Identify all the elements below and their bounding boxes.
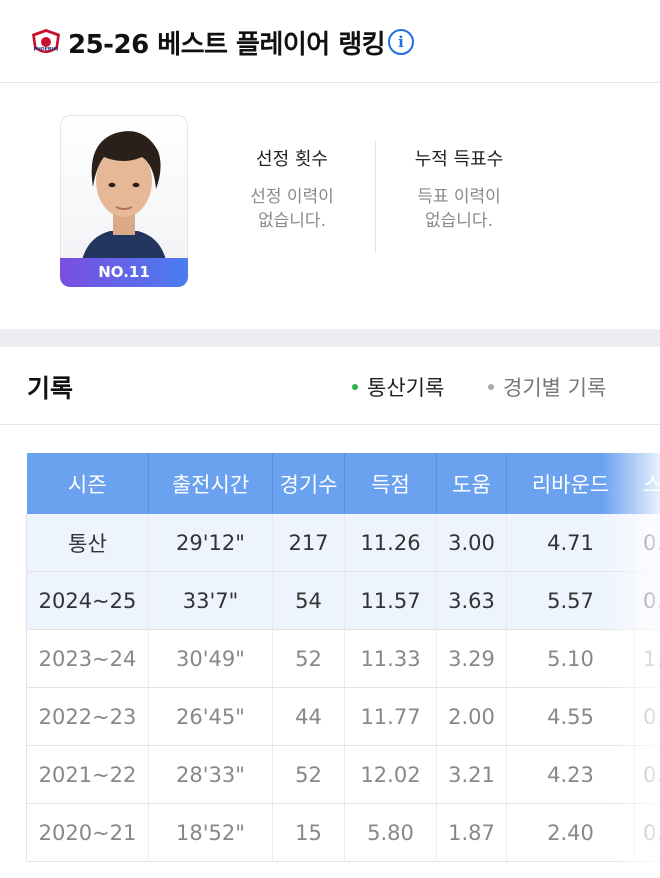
table-row: 2021~22 28'33" 52 12.02 3.21 4.23 0.8: [26, 745, 660, 804]
table-cell: 11.77: [344, 687, 437, 746]
stat-value-line: 없습니다.: [425, 211, 493, 231]
table-cell: 217: [272, 514, 345, 572]
table-cell: 5.57: [506, 571, 635, 630]
table-cell: 3.21: [436, 745, 507, 804]
table-cell: 3.63: [436, 571, 507, 630]
table-cell: 18'52": [148, 803, 273, 862]
records-header: 기록 통산기록 경기별 기록: [0, 347, 660, 425]
tab-career-stats[interactable]: 통산기록: [352, 372, 444, 402]
table-cell: 2.00: [436, 687, 507, 746]
table-cell: 11.26: [344, 514, 437, 572]
records-table: 시즌 출전시간 경기수 득점 도움 리바운드 스틸 통산 29'12" 217 …: [26, 453, 660, 862]
table-cell: 15: [272, 803, 345, 862]
column-header[interactable]: 경기수: [272, 453, 345, 514]
selection-count-stat: 선정 횟수 선정 이력이 없습니다.: [212, 145, 372, 233]
table-cell: 54: [272, 571, 345, 630]
table-cell: 26'45": [148, 687, 273, 746]
team-logo-icon: PHOEBUS: [32, 29, 60, 53]
page-title: 25-26 베스트 플레이어 랭킹: [68, 30, 386, 60]
table-row: 2024~25 33'7" 54 11.57 3.63 5.57 0.7: [26, 571, 660, 630]
table-cell: 2023~24: [26, 629, 149, 688]
table-cell: 44: [272, 687, 345, 746]
stat-value-line: 선정 이력이: [250, 187, 334, 207]
table-cell: 3.29: [436, 629, 507, 688]
table-header-row: 시즌 출전시간 경기수 득점 도움 리바운드 스틸: [26, 453, 660, 514]
table-cell: 2021~22: [26, 745, 149, 804]
table-cell: 0.5: [634, 803, 660, 862]
tab-game-stats[interactable]: 경기별 기록: [488, 372, 606, 402]
table-cell: 0.8: [634, 514, 660, 572]
table-cell: 4.23: [506, 745, 635, 804]
column-header[interactable]: 도움: [436, 453, 507, 514]
table-cell: 0.8: [634, 745, 660, 804]
table-cell: 3.00: [436, 514, 507, 572]
table-cell: 52: [272, 629, 345, 688]
table-cell: 28'33": [148, 745, 273, 804]
vote-count-stat: 누적 득표수 득표 이력이 없습니다.: [379, 145, 539, 233]
table-cell: 4.55: [506, 687, 635, 746]
table-cell: 12.02: [344, 745, 437, 804]
column-header[interactable]: 득점: [344, 453, 437, 514]
player-number-badge: NO.11: [60, 258, 188, 287]
table-cell: 2.40: [506, 803, 635, 862]
player-card[interactable]: NO.11: [60, 115, 188, 287]
column-header[interactable]: 스틸: [634, 453, 660, 514]
table-cell: 0.6: [634, 687, 660, 746]
player-photo: [82, 131, 166, 260]
table-cell: 0.7: [634, 571, 660, 630]
stat-label: 선정 횟수: [256, 149, 328, 170]
table-row: 2023~24 30'49" 52 11.33 3.29 5.10 1.0: [26, 629, 660, 688]
stat-divider: [375, 141, 376, 253]
table-row: 2022~23 26'45" 44 11.77 2.00 4.55 0.6: [26, 687, 660, 746]
table-cell: 4.71: [506, 514, 635, 572]
records-table-scroll[interactable]: 시즌 출전시간 경기수 득점 도움 리바운드 스틸 통산 29'12" 217 …: [26, 453, 660, 868]
table-cell: 29'12": [148, 514, 273, 572]
table-cell: 1.0: [634, 629, 660, 688]
column-header[interactable]: 출전시간: [148, 453, 273, 514]
player-profile: NO.11 선정 횟수 선정 이력이 없습니다. 누적 득표수 득표 이력이 없…: [0, 83, 660, 329]
stat-label: 누적 득표수: [414, 149, 504, 170]
table-cell: 52: [272, 745, 345, 804]
column-header[interactable]: 시즌: [26, 453, 149, 514]
records-title: 기록: [27, 374, 74, 403]
info-icon[interactable]: i: [388, 29, 414, 55]
page-header: PHOEBUS 25-26 베스트 플레이어 랭킹 i: [0, 0, 660, 83]
inactive-dot-icon: [488, 384, 494, 390]
stat-value-line: 득표 이력이: [417, 187, 501, 207]
table-cell: 2022~23: [26, 687, 149, 746]
table-cell: 11.33: [344, 629, 437, 688]
table-cell: 5.10: [506, 629, 635, 688]
logo-text: PHOEBUS: [34, 47, 59, 53]
active-dot-icon: [352, 384, 358, 390]
tab-label: 경기별 기록: [503, 376, 607, 400]
table-cell: 11.57: [344, 571, 437, 630]
stat-value-line: 없습니다.: [258, 211, 326, 231]
table-cell: 2020~21: [26, 803, 149, 862]
table-row: 2020~21 18'52" 15 5.80 1.87 2.40 0.5: [26, 803, 660, 862]
table-cell: 5.80: [344, 803, 437, 862]
table-cell: 33'7": [148, 571, 273, 630]
stat-value: 득표 이력이 없습니다.: [379, 185, 539, 233]
table-cell: 30'49": [148, 629, 273, 688]
table-cell: 1.87: [436, 803, 507, 862]
column-header[interactable]: 리바운드: [506, 453, 635, 514]
table-row: 통산 29'12" 217 11.26 3.00 4.71 0.8: [26, 514, 660, 572]
table-cell: 2024~25: [26, 571, 149, 630]
section-separator: [0, 329, 660, 347]
stat-value: 선정 이력이 없습니다.: [212, 185, 372, 233]
tab-label: 통산기록: [367, 376, 445, 400]
table-cell: 통산: [26, 514, 149, 572]
